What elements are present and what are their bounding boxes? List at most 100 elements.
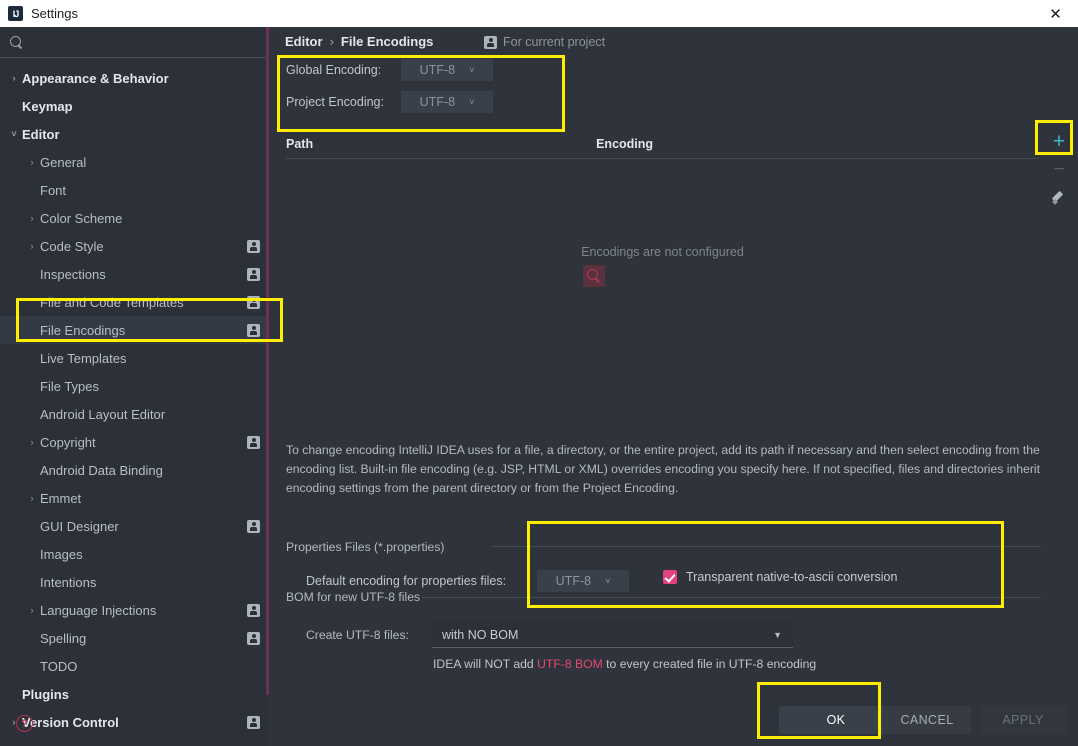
column-header-encoding[interactable]: Encoding: [596, 137, 653, 151]
create-utf8-files-label: Create UTF-8 files:: [306, 628, 409, 642]
sidebar-item-label: Language Injections: [40, 602, 157, 618]
title-bar: IJ Settings ✕: [0, 0, 1078, 27]
sidebar-item-label: Code Style: [40, 238, 104, 254]
cancel-button[interactable]: CANCEL: [883, 706, 971, 734]
sidebar-item-emmet[interactable]: › Emmet: [0, 484, 268, 512]
breadcrumb-parent[interactable]: Editor: [285, 34, 323, 49]
chevron-down-icon: ˅: [605, 576, 611, 586]
sidebar-item-font[interactable]: Font: [0, 176, 268, 204]
chevron-right-icon[interactable]: ›: [24, 437, 40, 447]
person-icon: [247, 323, 260, 337]
settings-window: IJ Settings ✕ › Appearance & Behavior Keym…: [0, 0, 1078, 746]
sidebar-item-file-types[interactable]: File Types: [0, 372, 268, 400]
sidebar-item-keymap[interactable]: Keymap: [0, 92, 268, 120]
settings-sidebar: › Appearance & Behavior Keymap ˅ Editor › Gene…: [0, 27, 268, 746]
chevron-right-icon[interactable]: ›: [6, 73, 22, 83]
chevron-right-icon[interactable]: ›: [24, 157, 40, 167]
search-cursor-icon: [583, 265, 605, 287]
encodings-table-body[interactable]: Encodings are not configured: [286, 159, 1039, 449]
sidebar-item-label: Keymap: [22, 98, 73, 114]
sidebar-item-spelling[interactable]: Spelling: [0, 624, 268, 652]
chevron-right-icon[interactable]: ›: [24, 241, 40, 251]
chevron-right-icon[interactable]: ›: [24, 493, 40, 503]
sidebar-item-editor[interactable]: ˅ Editor: [0, 120, 268, 148]
minus-icon: −: [1053, 158, 1065, 180]
sidebar-item-color-scheme[interactable]: › Color Scheme: [0, 204, 268, 232]
edit-encoding-button[interactable]: [1044, 183, 1074, 211]
project-encoding-label: Project Encoding:: [286, 95, 384, 109]
sidebar-item-label: Copyright: [40, 434, 96, 450]
sidebar-item-general[interactable]: › General: [0, 148, 268, 176]
native-to-ascii-row[interactable]: Transparent native-to-ascii conversion: [663, 570, 897, 584]
table-toolbar: + −: [1040, 127, 1078, 247]
bom-note-highlight: UTF-8 BOM: [537, 657, 603, 671]
chevron-right-icon[interactable]: ›: [24, 213, 40, 223]
sidebar-item-label: General: [40, 154, 87, 170]
global-encoding-label: Global Encoding:: [286, 63, 382, 77]
chevron-right-icon[interactable]: ›: [24, 605, 40, 615]
chevron-down-icon[interactable]: ˅: [6, 129, 22, 139]
sidebar-item-label: Images: [40, 546, 83, 562]
global-encoding-select[interactable]: UTF-8 ˅: [401, 59, 493, 81]
default-properties-encoding-label: Default encoding for properties files:: [306, 574, 507, 588]
sidebar-item-intentions[interactable]: Intentions: [0, 568, 268, 596]
sidebar-item-copyright[interactable]: › Copyright: [0, 428, 268, 456]
sidebar-item-file-and-code-templates[interactable]: File and Code Templates: [0, 288, 268, 316]
sidebar-item-gui-designer[interactable]: GUI Designer: [0, 512, 268, 540]
sidebar-item-inspections[interactable]: Inspections: [0, 260, 268, 288]
sidebar-item-todo[interactable]: TODO: [0, 652, 268, 680]
sidebar-item-label: TODO: [40, 658, 78, 674]
person-icon: [247, 239, 260, 253]
add-encoding-button[interactable]: +: [1044, 127, 1074, 155]
ok-button[interactable]: OK: [779, 706, 893, 734]
bom-group-line: [422, 597, 1041, 598]
sidebar-item-android-data-binding[interactable]: Android Data Binding: [0, 456, 268, 484]
settings-content: Editor › File Encodings For current proj…: [269, 27, 1078, 746]
global-encoding-row: Global Encoding: UTF-8 ˅: [286, 59, 493, 81]
global-encoding-value: UTF-8: [419, 63, 456, 77]
column-header-path[interactable]: Path: [286, 137, 313, 151]
transparent-native-to-ascii-checkbox[interactable]: [663, 570, 677, 584]
chevron-down-icon: ˅: [469, 65, 475, 75]
apply-button: APPLY: [979, 706, 1067, 734]
person-icon: [484, 35, 497, 49]
sidebar-item-android-layout-editor[interactable]: Android Layout Editor: [0, 400, 268, 428]
default-properties-encoding-value: UTF-8: [555, 574, 592, 588]
remove-encoding-button: −: [1044, 155, 1074, 183]
sidebar-item-label: Color Scheme: [40, 210, 123, 226]
sidebar-item-label: Font: [40, 182, 67, 198]
default-properties-encoding-select[interactable]: UTF-8 ˅: [537, 570, 629, 592]
bom-group-title: BOM for new UTF-8 files: [286, 590, 421, 604]
sidebar-item-label: Inspections: [40, 266, 106, 282]
window-title: Settings: [31, 6, 78, 21]
settings-tree: › Appearance & Behavior Keymap ˅ Editor › Gene…: [0, 58, 268, 736]
person-icon: [247, 295, 260, 309]
sidebar-item-label: Appearance & Behavior: [22, 70, 169, 86]
plus-icon: +: [1052, 129, 1066, 153]
sidebar-item-label: Live Templates: [40, 350, 127, 366]
empty-state-message: Encodings are not configured: [581, 245, 744, 259]
sidebar-item-images[interactable]: Images: [0, 540, 268, 568]
person-icon: [247, 267, 260, 281]
close-icon[interactable]: ✕: [1033, 0, 1078, 27]
transparent-native-to-ascii-label: Transparent native-to-ascii conversion: [686, 570, 898, 584]
sidebar-item-language-injections[interactable]: › Language Injections: [0, 596, 268, 624]
dialog-footer: OK CANCEL APPLY: [0, 695, 1078, 746]
project-encoding-select[interactable]: UTF-8 ˅: [401, 91, 493, 113]
sidebar-item-code-style[interactable]: › Code Style: [0, 232, 268, 260]
sidebar-item-live-templates[interactable]: Live Templates: [0, 344, 268, 372]
sidebar-item-label: File and Code Templates: [40, 294, 184, 310]
pencil-icon: [1052, 190, 1066, 204]
search-input[interactable]: [29, 35, 239, 49]
create-utf8-files-select[interactable]: with NO BOM ▼: [432, 622, 793, 648]
sidebar-item-label: Emmet: [40, 490, 82, 506]
intellij-idea-icon: IJ: [8, 6, 23, 21]
encodings-table-header: Path Encoding: [269, 130, 1039, 158]
person-icon: [247, 603, 260, 617]
sidebar-item-appearance-behavior[interactable]: › Appearance & Behavior: [0, 64, 268, 92]
sidebar-item-file-encodings[interactable]: File Encodings: [0, 316, 268, 344]
chevron-down-icon: ▼: [773, 629, 782, 640]
breadcrumb-separator: ›: [329, 34, 334, 49]
person-icon: [247, 435, 260, 449]
person-icon: [247, 631, 260, 645]
